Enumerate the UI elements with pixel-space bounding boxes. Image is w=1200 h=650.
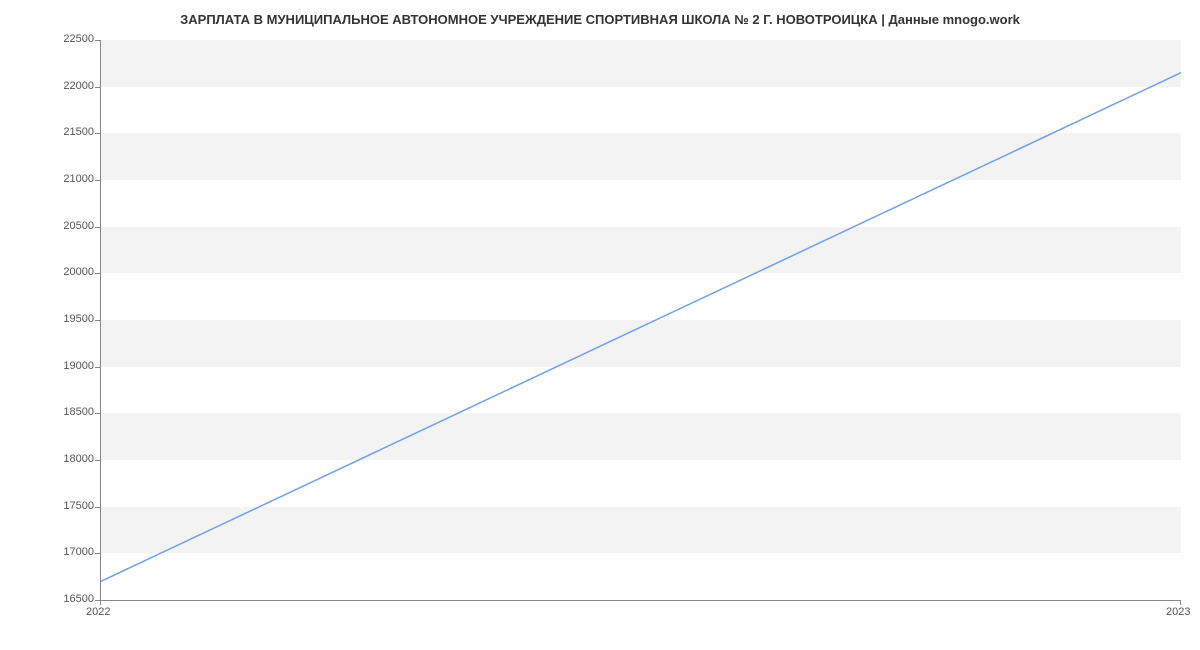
y-tick (95, 367, 100, 368)
y-tick-label: 17500 (34, 500, 94, 512)
y-tick (95, 413, 100, 414)
y-tick (95, 40, 100, 41)
y-tick-label: 18000 (34, 453, 94, 465)
y-tick (95, 273, 100, 274)
y-tick (95, 180, 100, 181)
line-svg (101, 40, 1181, 600)
y-tick-label: 19000 (34, 360, 94, 372)
x-tick-label: 2022 (86, 606, 110, 618)
y-tick (95, 460, 100, 461)
y-tick (95, 87, 100, 88)
chart-title: ЗАРПЛАТА В МУНИЦИПАЛЬНОЕ АВТОНОМНОЕ УЧРЕ… (0, 12, 1200, 27)
y-tick-label: 22000 (34, 80, 94, 92)
y-tick-label: 20500 (34, 220, 94, 232)
plot-area (100, 40, 1181, 601)
y-tick-label: 16500 (34, 593, 94, 605)
x-tick-label: 2023 (1166, 606, 1190, 618)
y-tick (95, 133, 100, 134)
x-tick (1180, 600, 1181, 605)
y-tick (95, 227, 100, 228)
y-tick-label: 20000 (34, 266, 94, 278)
y-tick-label: 21000 (34, 173, 94, 185)
y-tick (95, 553, 100, 554)
y-tick-label: 17000 (34, 546, 94, 558)
salary-line-chart: ЗАРПЛАТА В МУНИЦИПАЛЬНОЕ АВТОНОМНОЕ УЧРЕ… (0, 0, 1200, 650)
y-tick-label: 18500 (34, 406, 94, 418)
y-tick (95, 320, 100, 321)
x-tick (100, 600, 101, 605)
y-tick-label: 19500 (34, 313, 94, 325)
data-line (101, 73, 1181, 582)
y-tick (95, 507, 100, 508)
y-tick-label: 22500 (34, 33, 94, 45)
y-tick-label: 21500 (34, 126, 94, 138)
